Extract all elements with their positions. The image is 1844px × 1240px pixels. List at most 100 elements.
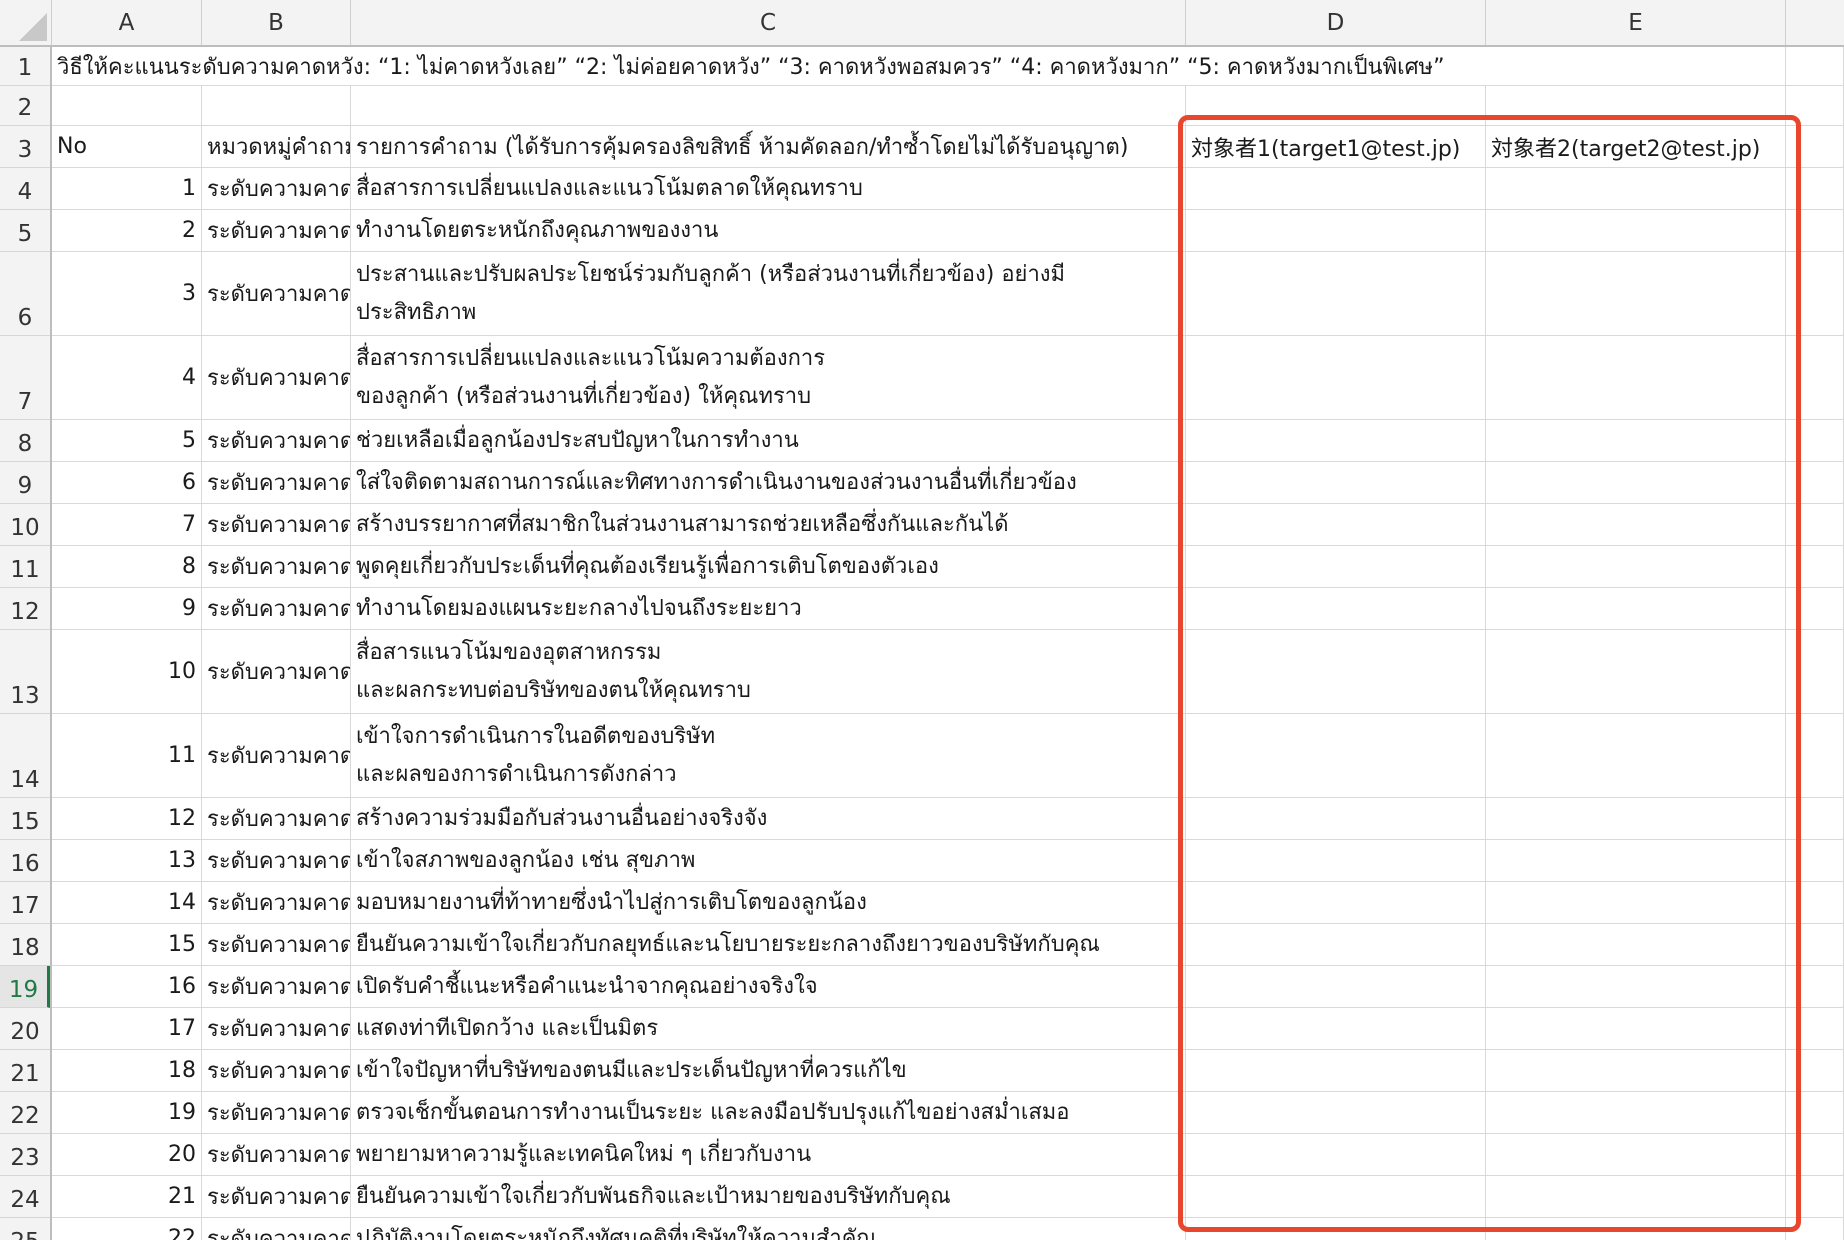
row-header-7[interactable]: 7: [0, 336, 50, 420]
question-category-cell[interactable]: ระดับความคาดหวัง: [202, 168, 351, 209]
empty-cell[interactable]: [1786, 588, 1844, 629]
target1-score-cell[interactable]: [1186, 1008, 1486, 1049]
empty-cell[interactable]: [1786, 168, 1844, 209]
question-category-cell[interactable]: ระดับความคาดหวัง: [202, 1092, 351, 1133]
question-text-cell[interactable]: ยืนยันความเข้าใจเกี่ยวกับกลยุทธ์และนโยบา…: [351, 924, 1186, 965]
empty-cell[interactable]: [1786, 86, 1844, 125]
question-category-cell[interactable]: ระดับความคาดหวัง: [202, 882, 351, 923]
question-number-cell[interactable]: 6: [52, 462, 202, 503]
column-header-b[interactable]: B: [202, 0, 351, 45]
target1-score-cell[interactable]: [1186, 462, 1486, 503]
header-question-cell[interactable]: รายการคำถาม (ได้รับการคุ้มครองลิขสิทธิ์ …: [351, 126, 1186, 167]
target2-score-cell[interactable]: [1486, 546, 1786, 587]
row-header-4[interactable]: 4: [0, 168, 50, 210]
scoring-instructions-cell[interactable]: วิธีให้คะแนนระดับความคาดหวัง: “1: ไม่คาด…: [52, 47, 1786, 85]
question-category-cell[interactable]: ระดับความคาดหวัง: [202, 504, 351, 545]
empty-cell[interactable]: [1786, 504, 1844, 545]
row-header-19[interactable]: 19: [0, 966, 50, 1008]
empty-cell[interactable]: [202, 86, 351, 125]
question-number-cell[interactable]: 11: [52, 714, 202, 797]
target2-score-cell[interactable]: [1486, 630, 1786, 713]
empty-cell[interactable]: [1786, 630, 1844, 713]
target2-score-cell[interactable]: [1486, 1092, 1786, 1133]
question-text-cell[interactable]: ทำงานโดยมองแผนระยะกลางไปจนถึงระยะยาว: [351, 588, 1186, 629]
row-header-2[interactable]: 2: [0, 86, 50, 126]
question-text-cell[interactable]: ช่วยเหลือเมื่อลูกน้องประสบปัญหาในการทำงา…: [351, 420, 1186, 461]
question-text-cell[interactable]: สื่อสารการเปลี่ยนแปลงและแนวโน้มตลาดให้คุ…: [351, 168, 1186, 209]
target1-score-cell[interactable]: [1186, 1134, 1486, 1175]
question-text-cell[interactable]: ปฏิบัติงานโดยตระหนักถึงทัศนคติที่บริษัทใ…: [351, 1218, 1186, 1240]
empty-cell[interactable]: [1786, 336, 1844, 419]
question-number-cell[interactable]: 21: [52, 1176, 202, 1217]
target1-score-cell[interactable]: [1186, 966, 1486, 1007]
target2-score-cell[interactable]: [1486, 1134, 1786, 1175]
header-target1-cell[interactable]: 対象者1(target1@test.jp): [1186, 126, 1486, 167]
empty-cell[interactable]: [351, 86, 1186, 125]
question-number-cell[interactable]: 19: [52, 1092, 202, 1133]
question-category-cell[interactable]: ระดับความคาดหวัง: [202, 1176, 351, 1217]
target1-score-cell[interactable]: [1186, 798, 1486, 839]
question-text-cell[interactable]: พยายามหาความรู้และเทคนิคใหม่ ๆ เกี่ยวกับ…: [351, 1134, 1186, 1175]
question-number-cell[interactable]: 16: [52, 966, 202, 1007]
target1-score-cell[interactable]: [1186, 336, 1486, 419]
row-header-11[interactable]: 11: [0, 546, 50, 588]
question-text-cell[interactable]: ทำงานโดยตระหนักถึงคุณภาพของงาน: [351, 210, 1186, 251]
header-no-cell[interactable]: No: [52, 126, 202, 167]
empty-cell[interactable]: [1786, 840, 1844, 881]
question-text-cell[interactable]: สื่อสารแนวโน้มของอุตสาหกรรม และผลกระทบต่อ…: [351, 630, 1186, 713]
target2-score-cell[interactable]: [1486, 210, 1786, 251]
target2-score-cell[interactable]: [1486, 336, 1786, 419]
empty-cell[interactable]: [1786, 1218, 1844, 1240]
empty-cell[interactable]: [1786, 1134, 1844, 1175]
empty-cell[interactable]: [1786, 420, 1844, 461]
column-header-c[interactable]: C: [351, 0, 1186, 45]
target1-score-cell[interactable]: [1186, 1092, 1486, 1133]
question-number-cell[interactable]: 3: [52, 252, 202, 335]
target2-score-cell[interactable]: [1486, 1008, 1786, 1049]
question-category-cell[interactable]: ระดับความคาดหวัง: [202, 210, 351, 251]
target1-score-cell[interactable]: [1186, 252, 1486, 335]
row-header-24[interactable]: 24: [0, 1176, 50, 1218]
question-number-cell[interactable]: 13: [52, 840, 202, 881]
question-category-cell[interactable]: ระดับความคาดหวัง: [202, 798, 351, 839]
question-number-cell[interactable]: 15: [52, 924, 202, 965]
target1-score-cell[interactable]: [1186, 882, 1486, 923]
column-header-d[interactable]: D: [1186, 0, 1486, 45]
question-text-cell[interactable]: ประสานและปรับผลประโยชน์ร่วมกับลูกค้า (หร…: [351, 252, 1186, 335]
question-text-cell[interactable]: สร้างบรรยากาศที่สมาชิกในส่วนงานสามารถช่ว…: [351, 504, 1186, 545]
question-number-cell[interactable]: 9: [52, 588, 202, 629]
target2-score-cell[interactable]: [1486, 168, 1786, 209]
question-text-cell[interactable]: ใส่ใจติดตามสถานการณ์และทิศทางการดำเนินงา…: [351, 462, 1186, 503]
empty-cell[interactable]: [1786, 1008, 1844, 1049]
target1-score-cell[interactable]: [1186, 1050, 1486, 1091]
target1-score-cell[interactable]: [1186, 714, 1486, 797]
empty-cell[interactable]: [1786, 798, 1844, 839]
row-header-1[interactable]: 1: [0, 47, 50, 86]
empty-cell[interactable]: [1786, 47, 1844, 85]
row-header-9[interactable]: 9: [0, 462, 50, 504]
target2-score-cell[interactable]: [1486, 462, 1786, 503]
question-category-cell[interactable]: ระดับความคาดหวัง: [202, 546, 351, 587]
question-number-cell[interactable]: 1: [52, 168, 202, 209]
empty-cell[interactable]: [1786, 546, 1844, 587]
question-text-cell[interactable]: เข้าใจปัญหาที่บริษัทของตนมีและประเด็นปัญ…: [351, 1050, 1186, 1091]
row-header-23[interactable]: 23: [0, 1134, 50, 1176]
row-header-20[interactable]: 20: [0, 1008, 50, 1050]
question-category-cell[interactable]: ระดับความคาดหวัง: [202, 1050, 351, 1091]
row-header-14[interactable]: 14: [0, 714, 50, 798]
target1-score-cell[interactable]: [1186, 420, 1486, 461]
question-text-cell[interactable]: เปิดรับคำชี้แนะหรือคำแนะนำจากคุณอย่างจริ…: [351, 966, 1186, 1007]
question-category-cell[interactable]: ระดับความคาดหวัง: [202, 630, 351, 713]
target2-score-cell[interactable]: [1486, 966, 1786, 1007]
target1-score-cell[interactable]: [1186, 546, 1486, 587]
question-category-cell[interactable]: ระดับความคาดหวัง: [202, 1218, 351, 1240]
question-category-cell[interactable]: ระดับความคาดหวัง: [202, 966, 351, 1007]
target2-score-cell[interactable]: [1486, 588, 1786, 629]
empty-cell[interactable]: [1786, 714, 1844, 797]
column-header-a[interactable]: A: [52, 0, 202, 45]
empty-cell[interactable]: [1786, 966, 1844, 1007]
empty-cell[interactable]: [1786, 1050, 1844, 1091]
question-text-cell[interactable]: เข้าใจการดำเนินการในอดีตของบริษัท และผลขอ…: [351, 714, 1186, 797]
row-header-16[interactable]: 16: [0, 840, 50, 882]
question-number-cell[interactable]: 20: [52, 1134, 202, 1175]
